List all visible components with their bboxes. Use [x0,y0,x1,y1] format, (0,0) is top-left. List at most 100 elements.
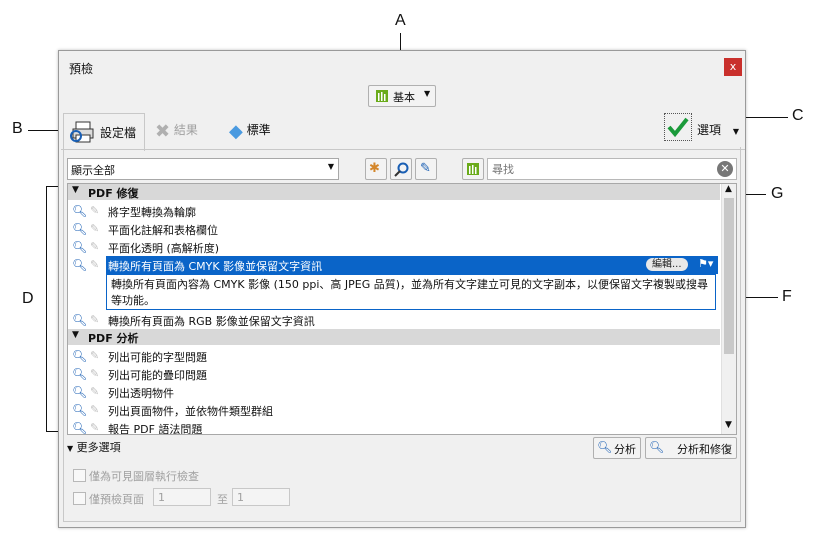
magnifier-wrench-icon: 🔍︎ [649,440,665,454]
list-item[interactable]: 🔍︎ ✎ 列出頁面物件，並依物件類型群組 [68,401,720,419]
collapse-icon: ▼ [72,185,79,195]
profile-list: ▼ PDF 修復 🔍︎ ✎ 將字型轉換為輪廓 🔍︎ ✎ 平面化註解和表格欄位 🔍… [67,183,737,435]
magnifier-icon: 🔍︎ [72,204,88,218]
page-range-label: 僅預檢頁面 [89,493,144,506]
chart-icon [376,90,388,102]
magnifier-icon: 🔍︎ [72,349,88,363]
list-item-label: 列出可能的疊印問題 [108,369,207,382]
magnifier-icon: 🔍︎ [72,258,88,272]
magnifier-icon: 🔍︎ [72,385,88,399]
scroll-up-icon[interactable]: ▲ [725,184,732,194]
list-item-selected[interactable]: 🔍︎ ✎ 轉換所有頁面為 CMYK 影像並保留文字資訊 編輯... ⚑▾ [68,256,720,274]
scroll-thumb[interactable] [724,198,734,354]
callout-f: F [782,288,792,305]
profile-label: 基本 [393,91,415,104]
inspect-button[interactable] [390,158,412,180]
profile-library-button[interactable] [462,158,484,180]
analyze-fix-button[interactable]: 🔍︎ 分析和修復 [645,437,737,459]
profile-dropdown-button[interactable]: 基本 ▼ [368,85,436,107]
list-item[interactable]: 🔍︎ ✎ 平面化註解和表格欄位 [68,220,720,238]
magnifier-icon: 🔍︎ [72,367,88,381]
collapse-icon: ▼ [67,444,74,453]
list-item[interactable]: 🔍︎ ✎ 將字型轉換為輪廓 [68,202,720,220]
analyze-button[interactable]: 🔍︎ 分析 [593,437,641,459]
magnifier-icon [394,162,409,177]
group-label: PDF 修復 [88,187,139,200]
dialog-title: 預檢 [69,62,94,76]
wrench-cross-icon: ✖ [155,121,171,142]
wrench-icon: ✎ [90,240,100,253]
list-item-label: 列出頁面物件，並依物件類型群組 [108,405,273,418]
list-item-label: 平面化透明 (高解析度) [108,242,220,255]
tab-standards[interactable]: ◆ 標準 [229,121,271,142]
filter-dropdown[interactable]: 顯示全部 ▼ [67,158,339,180]
wrench-icon: ✎ [420,161,431,176]
list-scrollbar[interactable]: ▲ ▼ [721,184,736,434]
callout-d: D [22,290,34,307]
page-to-label: 至 [217,493,228,506]
page-from-field[interactable]: 1 [153,488,211,506]
magnifier-icon: 🔍︎ [72,222,88,236]
collapse-icon: ▼ [72,330,79,340]
tab-results-label: 結果 [173,123,198,137]
tab-profiles-label: 設定檔 [100,126,137,140]
scroll-down-icon[interactable]: ▼ [725,420,732,430]
edit-button[interactable]: ✎ [415,158,437,180]
visible-layers-checkbox[interactable] [73,469,86,482]
selected-highlight: 轉換所有頁面為 CMYK 影像並保留文字資訊 編輯... ⚑▾ [106,256,718,274]
wrench-icon: ✎ [90,349,100,362]
close-button[interactable]: x [724,58,742,76]
list-item[interactable]: 🔍︎ ✎ 平面化透明 (高解析度) [68,238,720,256]
printer-icon [70,121,94,143]
list-item-label: 報告 PDF 語法問題 [108,423,203,435]
diamond-icon: ◆ [229,121,243,142]
magnifier-icon: 🔍︎ [72,313,88,327]
wrench-icon: ✎ [90,403,100,416]
filter-value: 顯示全部 [71,164,115,177]
magnifier-icon: 🔍︎ [597,440,613,454]
fix-checkmark-button[interactable] [664,113,692,141]
list-item[interactable]: 🔍︎ ✎ 列出透明物件 [68,383,720,401]
list-item-label: 將字型轉換為輪廓 [108,206,196,219]
search-field[interactable]: ✕ [487,158,737,180]
list-item-label: 平面化註解和表格欄位 [108,224,218,237]
chevron-down-icon: ▼ [732,127,739,136]
tab-results[interactable]: ✖ 結果 [155,121,198,142]
group-header-pdf-fix[interactable]: ▼ PDF 修復 [68,184,720,200]
chart-icon [467,163,479,175]
list-item-label: 轉換所有頁面為 RGB 影像並保留文字資訊 [108,315,315,328]
tab-standards-label: 標準 [246,123,271,137]
search-input[interactable] [490,160,704,178]
list-item[interactable]: 🔍︎ ✎ 報告 PDF 語法問題 [68,419,720,435]
options-menu[interactable]: 選項 ▼ [697,121,739,138]
more-options-toggle[interactable]: ▼ 更多選項 [67,439,121,455]
list-item[interactable]: 🔍︎ ✎ 列出可能的疊印問題 [68,365,720,383]
edit-profile-button[interactable]: 編輯... [646,258,688,271]
page-range-checkbox[interactable] [73,492,86,505]
wrench-icon: ✎ [90,222,100,235]
checkmark-icon [667,117,689,138]
list-item-label: 列出可能的字型問題 [108,351,207,364]
callout-c: C [792,107,804,124]
page-to-field[interactable]: 1 [232,488,290,506]
analyze-label: 分析 [614,443,636,456]
group-label: PDF 分析 [88,332,139,345]
wrench-icon: ✎ [90,367,100,380]
new-profile-button[interactable]: ✱ [365,158,387,180]
list-item[interactable]: 🔍︎ ✎ 轉換所有頁面為 RGB 影像並保留文字資訊 [68,311,720,329]
callout-d-bracket [46,186,47,432]
wrench-icon: ✎ [90,421,100,434]
list-item[interactable]: 🔍︎ ✎ 列出可能的字型問題 [68,347,720,365]
clear-search-icon[interactable]: ✕ [717,161,733,177]
callout-g: G [771,185,784,202]
tab-profiles[interactable]: 設定檔 [63,113,145,151]
analyze-fix-label: 分析和修復 [677,443,732,456]
options-label: 選項 [697,123,722,137]
flag-icon[interactable]: ⚑▾ [698,257,713,270]
list-item-label: 列出透明物件 [108,387,174,400]
magnifier-icon: 🔍︎ [72,421,88,435]
callout-b: B [12,120,23,137]
profile-description: 轉換所有頁面內容為 CMYK 影像 (150 ppi、高 JPEG 品質)，並為… [106,274,716,310]
group-header-pdf-analysis[interactable]: ▼ PDF 分析 [68,329,720,345]
magnifier-icon: 🔍︎ [72,240,88,254]
